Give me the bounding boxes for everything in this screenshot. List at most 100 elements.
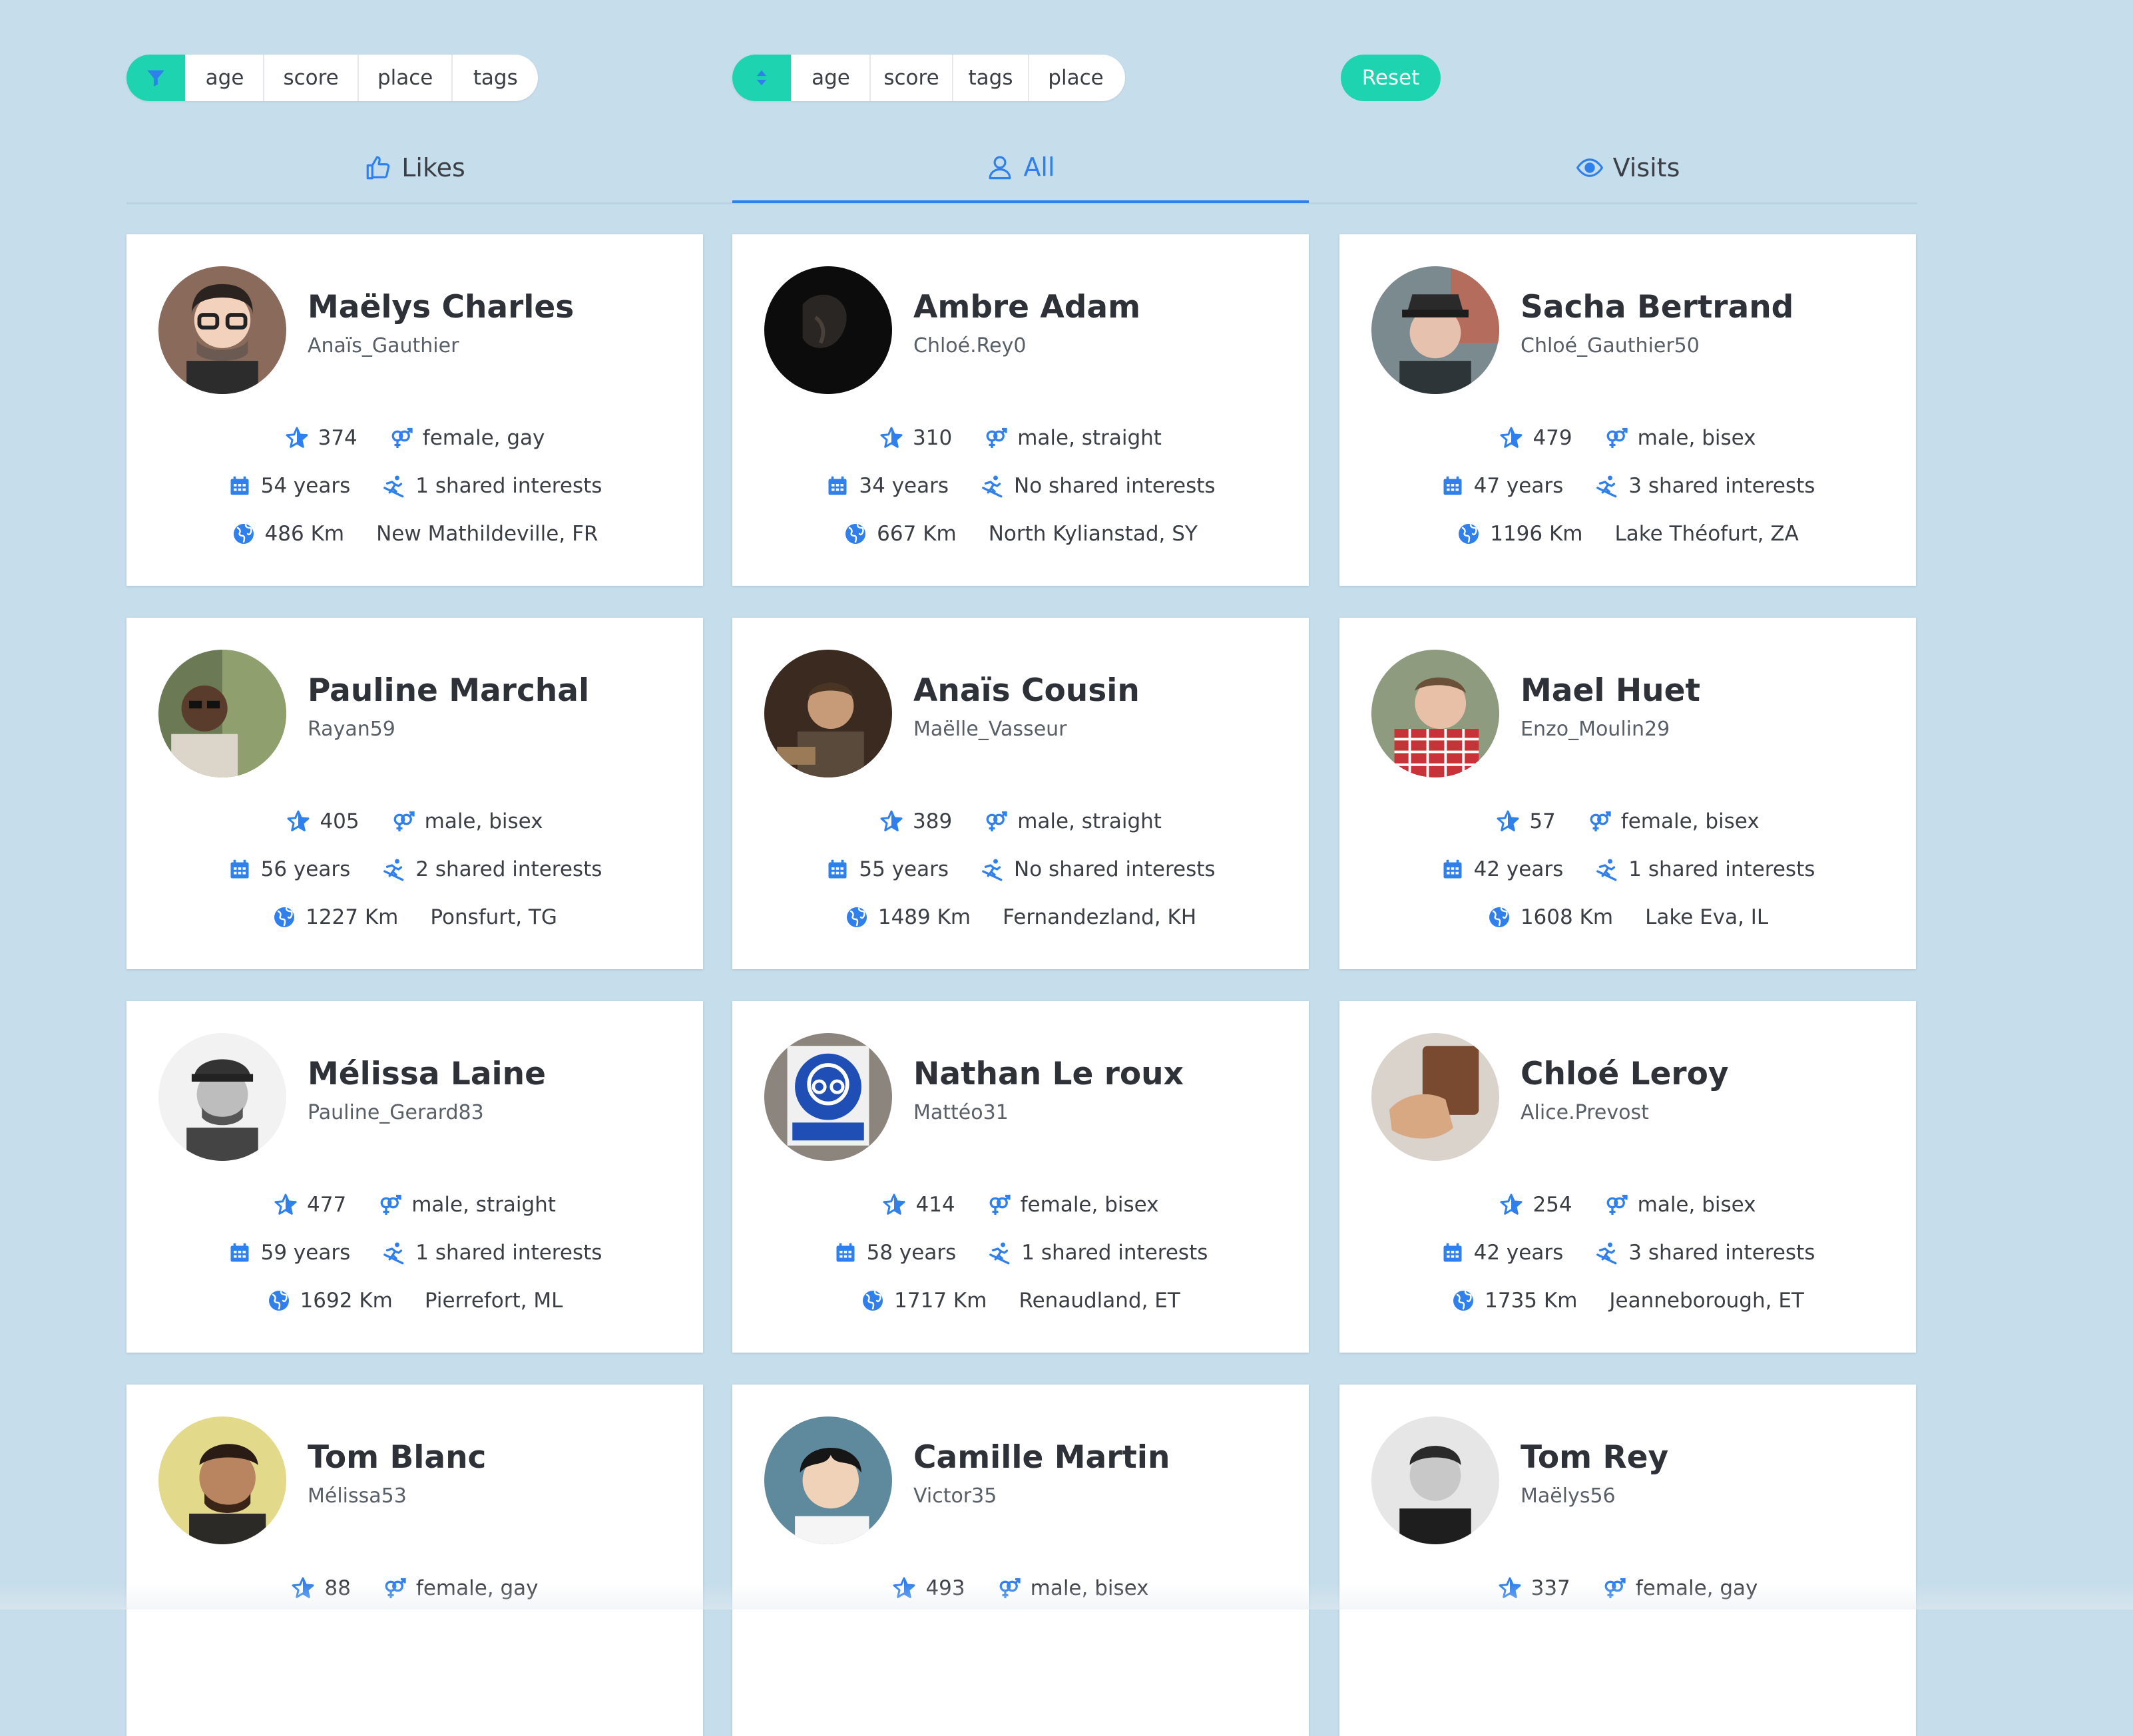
profile-card[interactable]: Tom Rey Maëlys56 337 female, gay	[1339, 1385, 1916, 1736]
star-icon	[879, 426, 903, 450]
gender-icon	[997, 1576, 1021, 1600]
stats-row: 59 years 1 shared interests	[126, 1241, 703, 1265]
profile-card[interactable]: Sacha Bertrand Chloé_Gauthier50 479 male…	[1339, 234, 1916, 586]
profile-username: Enzo_Moulin29	[1521, 718, 1670, 741]
globe-icon	[1451, 1289, 1475, 1313]
gender-icon	[389, 426, 413, 450]
filter-tags-button[interactable]: tags	[451, 55, 538, 101]
location: Ponsfurt, TG	[430, 905, 557, 929]
profile-card[interactable]: Nathan Le roux Mattéo31 414 female, bise…	[732, 1001, 1309, 1353]
tab-bar: Likes All Visits	[126, 133, 1917, 204]
orientation: male, bisex	[424, 809, 543, 833]
profile-card[interactable]: Chloé Leroy Alice.Prevost 254 male, bise…	[1339, 1001, 1916, 1353]
location: Fernandezland, KH	[1003, 905, 1197, 929]
location: New Mathildeville, FR	[376, 522, 598, 546]
orientation: female, bisex	[1020, 1193, 1159, 1217]
tab-visits[interactable]: Visits	[1339, 133, 1916, 202]
avatar	[158, 1416, 286, 1544]
stats-row: 389 male, straight	[732, 809, 1309, 833]
calendar-icon	[1441, 474, 1465, 498]
stats-row: 1227 Km Ponsfurt, TG	[126, 905, 703, 929]
profile-card[interactable]: Maëlys Charles Anaïs_Gauthier 374 female…	[126, 234, 703, 586]
calendar-icon	[1441, 857, 1465, 881]
stats-row: 667 Km North Kylianstad, SY	[732, 522, 1309, 546]
orientation: female, gay	[1635, 1576, 1758, 1600]
gender-icon	[1604, 426, 1628, 450]
stats-row: 477 male, straight	[126, 1193, 703, 1217]
star-icon	[882, 1193, 906, 1217]
avatar	[764, 650, 892, 777]
profile-username: Mélissa53	[308, 1484, 407, 1508]
location: North Kylianstad, SY	[988, 522, 1198, 546]
distance: 1196 Km	[1490, 522, 1583, 546]
age: 42 years	[1473, 857, 1564, 881]
avatar	[158, 1033, 286, 1161]
star-icon	[1499, 426, 1523, 450]
gender-icon	[984, 426, 1008, 450]
sort-tags-button[interactable]: tags	[952, 55, 1028, 101]
shared-interests: No shared interests	[1014, 857, 1216, 881]
age: 34 years	[859, 474, 949, 498]
sort-icon[interactable]	[732, 55, 791, 101]
skier-icon	[981, 857, 1005, 881]
tab-likes[interactable]: Likes	[126, 133, 703, 202]
profile-card[interactable]: Tom Blanc Mélissa53 88 female, gay	[126, 1385, 703, 1736]
reset-button[interactable]: Reset	[1341, 55, 1441, 101]
stats-row: 42 years 1 shared interests	[1339, 857, 1916, 881]
avatar	[158, 650, 286, 777]
distance: 1735 Km	[1485, 1289, 1578, 1313]
profile-name: Sacha Bertrand	[1521, 289, 1794, 326]
profile-card[interactable]: Mael Huet Enzo_Moulin29 57 female, bisex…	[1339, 618, 1916, 969]
gender-icon	[987, 1193, 1011, 1217]
gender-icon	[1604, 1193, 1628, 1217]
orientation: male, bisex	[1637, 1193, 1756, 1217]
avatar	[1371, 1033, 1499, 1161]
globe-icon	[232, 522, 256, 546]
skier-icon	[1595, 857, 1619, 881]
popularity-score: 254	[1533, 1193, 1572, 1217]
eye-icon	[1576, 158, 1603, 177]
distance: 1227 Km	[306, 905, 399, 929]
skier-icon	[981, 474, 1005, 498]
popularity-score: 405	[320, 809, 359, 833]
stats-row: 1608 Km Lake Eva, IL	[1339, 905, 1916, 929]
profile-card[interactable]: Camille Martin Victor35 493 male, bisex	[732, 1385, 1309, 1736]
stats-row: 1692 Km Pierrefort, ML	[126, 1289, 703, 1313]
gender-icon	[383, 1576, 407, 1600]
stats-row: 88 female, gay	[126, 1576, 703, 1600]
popularity-score: 374	[318, 426, 357, 450]
profile-name: Mael Huet	[1521, 672, 1700, 709]
profile-name: Tom Blanc	[308, 1439, 487, 1476]
shared-interests: 3 shared interests	[1628, 1241, 1815, 1265]
sort-age-button[interactable]: age	[791, 55, 869, 101]
stats-row: 405 male, bisex	[126, 809, 703, 833]
skier-icon	[382, 474, 406, 498]
profile-card[interactable]: Mélissa Laine Pauline_Gerard83 477 male,…	[126, 1001, 703, 1353]
filter-score-button[interactable]: score	[263, 55, 357, 101]
avatar	[764, 1416, 892, 1544]
stats-row: 493 male, bisex	[732, 1576, 1309, 1600]
popularity-score: 414	[915, 1193, 955, 1217]
stats-row: 54 years 1 shared interests	[126, 474, 703, 498]
profile-card[interactable]: Anaïs Cousin Maëlle_Vasseur 389 male, st…	[732, 618, 1309, 969]
tab-all[interactable]: All	[732, 133, 1309, 203]
stats-row: 56 years 2 shared interests	[126, 857, 703, 881]
filter-place-button[interactable]: place	[357, 55, 452, 101]
globe-icon	[1457, 522, 1481, 546]
gender-icon	[391, 809, 415, 833]
distance: 1489 Km	[877, 905, 971, 929]
tab-all-label: All	[1023, 152, 1055, 182]
stats-row: 34 years No shared interests	[732, 474, 1309, 498]
sort-score-button[interactable]: score	[869, 55, 952, 101]
profile-username: Chloé.Rey0	[913, 334, 1027, 357]
profile-card[interactable]: Pauline Marchal Rayan59 405 male, bisex …	[126, 618, 703, 969]
sort-place-button[interactable]: place	[1028, 55, 1122, 101]
filter-age-button[interactable]: age	[184, 55, 264, 101]
filter-icon[interactable]	[126, 55, 185, 101]
age: 59 years	[260, 1241, 351, 1265]
stats-row: 47 years 3 shared interests	[1339, 474, 1916, 498]
shared-interests: No shared interests	[1014, 474, 1216, 498]
profile-card[interactable]: Ambre Adam Chloé.Rey0 310 male, straight…	[732, 234, 1309, 586]
profile-name: Camille Martin	[913, 1439, 1170, 1476]
distance: 667 Km	[877, 522, 957, 546]
